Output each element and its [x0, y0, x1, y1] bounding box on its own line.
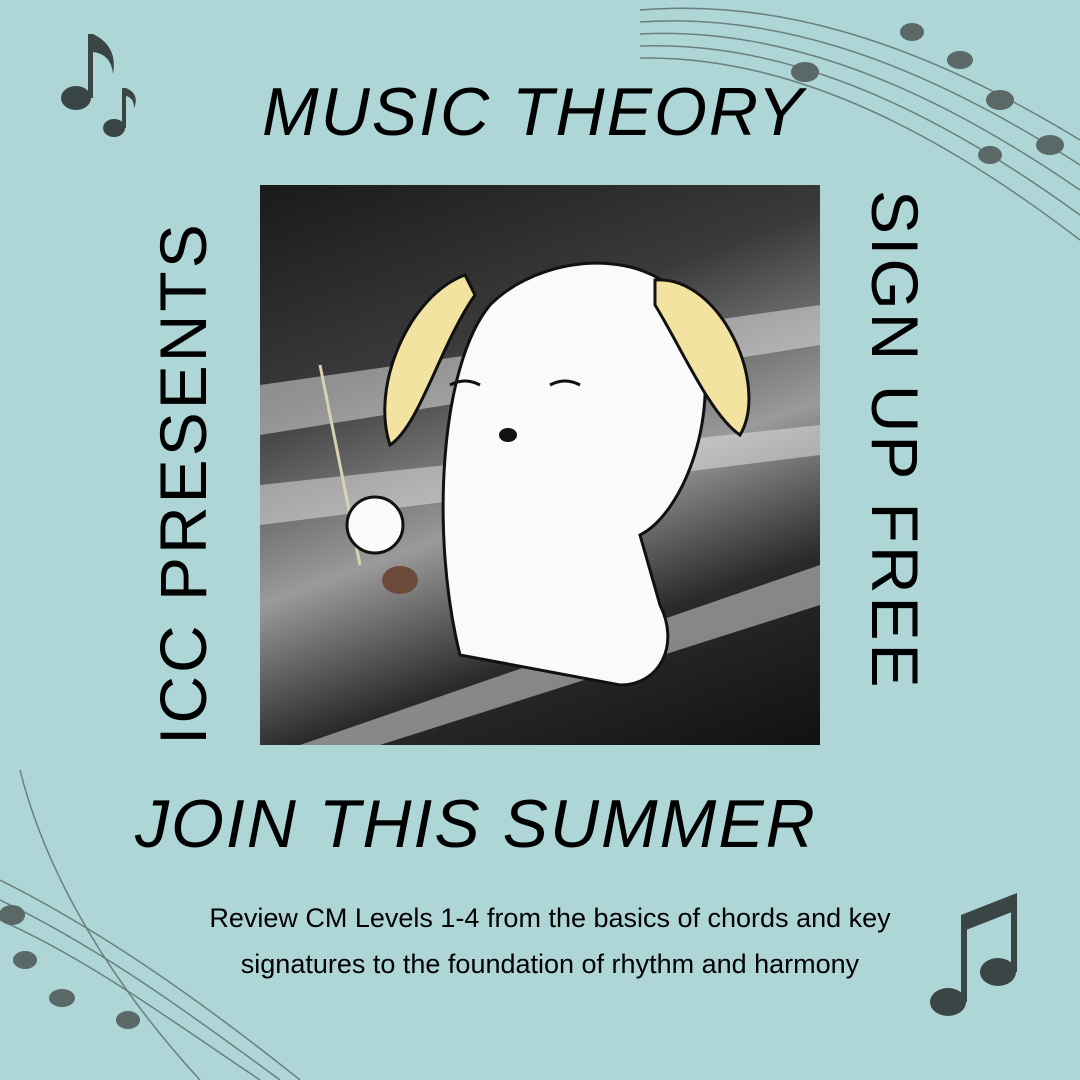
piano-keys-photo: [260, 185, 820, 745]
poster-title: MUSIC THEORY: [262, 74, 805, 150]
music-note-icon-bottom-right: [930, 893, 1017, 1016]
presenter-text: ICC PRESENTS: [146, 221, 220, 745]
sign-up-text: SIGN UP FREE: [858, 190, 932, 691]
description-text: Review CM Levels 1-4 from the basics of …: [209, 903, 891, 979]
poster-subtitle: JOIN THIS SUMMER: [135, 786, 817, 862]
puppy-conductor-illustration: [260, 261, 820, 745]
music-note-icon-top-left: [61, 34, 136, 137]
music-note-icon: [791, 23, 1064, 164]
